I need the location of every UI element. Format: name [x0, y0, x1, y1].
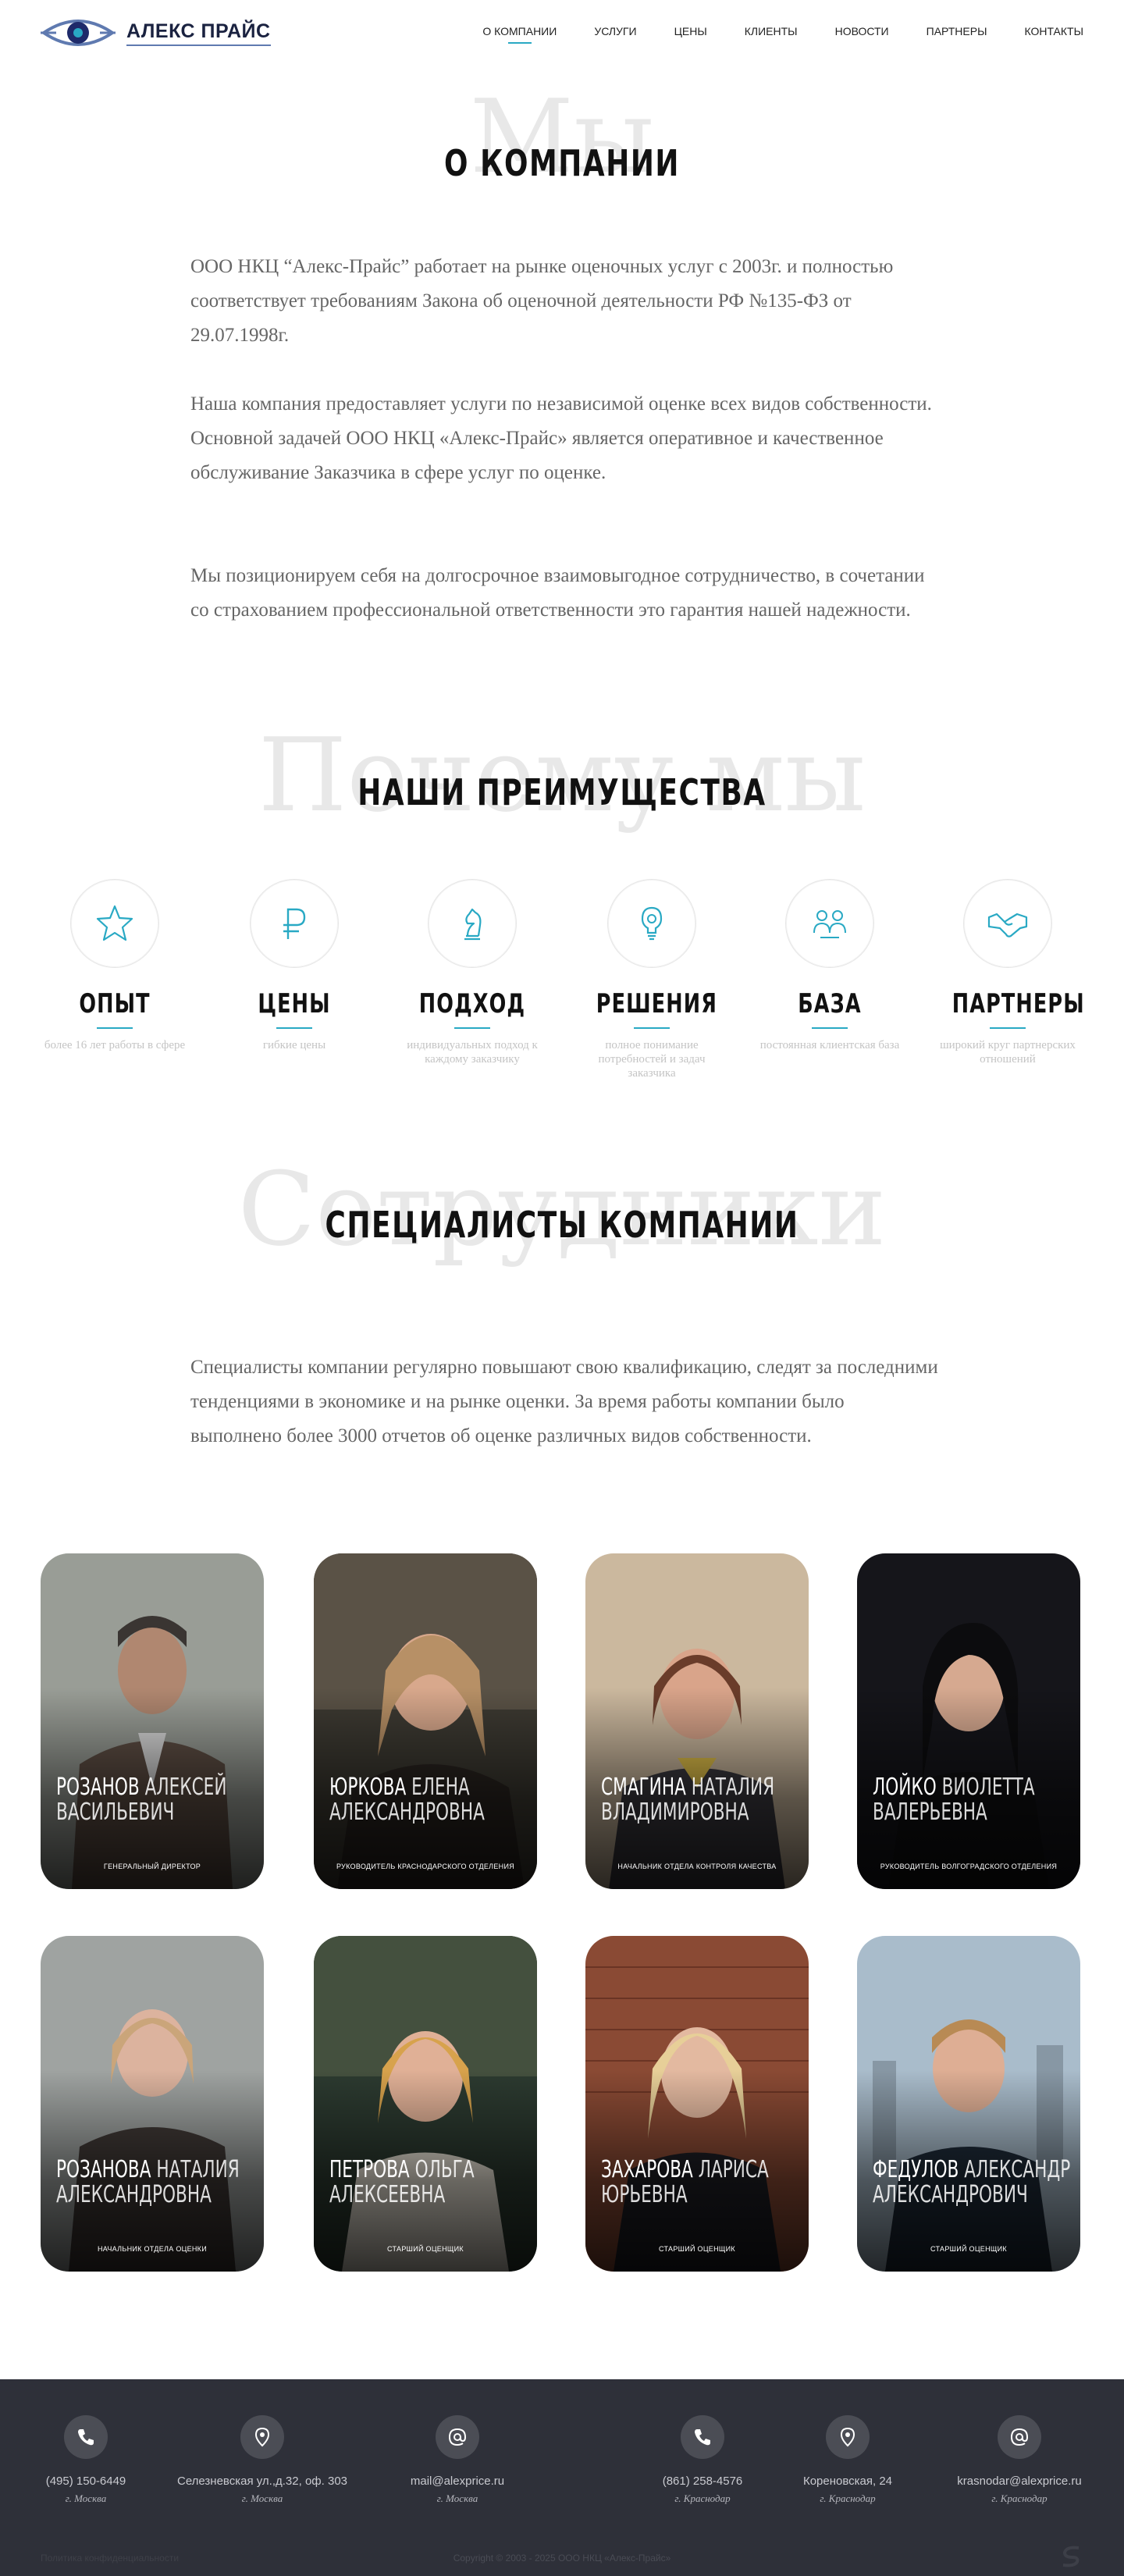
nav-services[interactable]: УСЛУГИ	[594, 25, 636, 44]
nav-about[interactable]: О КОМПАНИИ	[482, 25, 557, 44]
developer-logo-icon[interactable]	[1058, 2543, 1085, 2570]
employee-name: СМАГИНА НАТАЛИЯ ВЛАДИМИРОВНА	[601, 1774, 775, 1826]
nav-news[interactable]: НОВОСТИ	[835, 25, 889, 44]
employee-name: ЮРКОВА ЕЛЕНА АЛЕКСАНДРОВНА	[329, 1774, 485, 1826]
divider	[990, 1027, 1026, 1029]
advantage-text: постоянная клиентская база	[759, 1039, 900, 1051]
about-title: О КОМПАНИИ	[443, 142, 681, 184]
advantage-text: более 16 лет работы в сфере	[44, 1039, 186, 1051]
employee-role: РУКОВОДИТЕЛЬ ВОЛГОГРАДСКОГО ОТДЕЛЕНИЯ	[880, 1863, 1058, 1870]
footer-contact-email-moscow[interactable]: mail@alexprice.ru г. Москва	[372, 2415, 543, 2505]
about-paragraph-1: ООО НКЦ “Алекс-Прайс” работает на рынке …	[190, 256, 894, 346]
footer-contact-phone-moscow[interactable]: (495) 150-6449 г. Москва	[0, 2415, 172, 2505]
about-paragraph-2: Наша компания предоставляет услуги по не…	[190, 393, 932, 483]
footer-contact-address-krasnodar[interactable]: Кореновская, 24 г. Краснодар	[762, 2415, 934, 2505]
employee-role: СТАРШИЙ ОЦЕНЩИК	[930, 2245, 1007, 2253]
nav-clients[interactable]: КЛИЕНТЫ	[745, 25, 798, 44]
divider	[276, 1027, 312, 1029]
logo[interactable]: АЛЕКС ПРАЙС	[41, 14, 271, 52]
team-card[interactable]: ПЕТРОВА ОЛЬГА АЛЕКСЕЕВНА СТАРШИЙ ОЦЕНЩИК	[314, 1936, 537, 2272]
advantage-text: индивидуальных подход к каждому заказчик…	[407, 1039, 538, 1066]
advantages-title: НАШИ ПРЕИМУЩЕСТВА	[357, 771, 767, 813]
employee-name: ЗАХАРОВА ЛАРИСА ЮРЬЕВНА	[601, 2156, 769, 2208]
team-intro: Специалисты компании регулярно повышают …	[190, 1357, 938, 1446]
nav-prices[interactable]: ЦЕНЫ	[674, 25, 707, 44]
advantage-solutions: РЕШЕНИЯ полное понимание потребностей и …	[578, 879, 726, 1080]
employee-role: НАЧАЛЬНИК ОТДЕЛА ОЦЕНКИ	[97, 2245, 207, 2253]
advantage-approach: ПОДХОД индивидуальных подход к каждому з…	[398, 879, 546, 1066]
advantage-title: БАЗА	[798, 988, 862, 1019]
team-card[interactable]: ЗАХАРОВА ЛАРИСА ЮРЬЕВНА СТАРШИЙ ОЦЕНЩИК	[585, 1936, 809, 2272]
team-card[interactable]: РОЗАНОВА НАТАЛИЯ АЛЕКСАНДРОВНА НАЧАЛЬНИК…	[41, 1936, 264, 2272]
employee-name: ПЕТРОВА ОЛЬГА АЛЕКСЕЕВНА	[329, 2156, 475, 2208]
advantage-title: ПОДХОД	[418, 988, 526, 1019]
employee-role: СТАРШИЙ ОЦЕНЩИК	[387, 2245, 464, 2253]
location-icon	[840, 2427, 855, 2447]
advantage-title: ПАРТНЕРЫ	[951, 988, 1085, 1019]
location-icon	[254, 2427, 270, 2447]
logo-text: АЛЕКС ПРАЙС	[126, 20, 271, 46]
footer-contact-text: mail@alexprice.ru	[410, 2475, 505, 2488]
phone-icon	[78, 2429, 94, 2446]
main-nav: О КОМПАНИИ УСЛУГИ ЦЕНЫ КЛИЕНТЫ НОВОСТИ П…	[482, 25, 1083, 44]
advantage-partners: ПАРТНЕРЫ широкий круг партнерских отноше…	[934, 879, 1085, 1066]
advantage-title: ОПЫТ	[79, 988, 151, 1019]
team-card[interactable]: ЛОЙКО ВИОЛЕТТА ВАЛЕРЬЕВНА РУКОВОДИТЕЛЬ В…	[857, 1553, 1080, 1889]
employee-name: ЛОЙКО ВИОЛЕТТА ВАЛЕРЬЕВНА	[873, 1774, 1035, 1826]
copyright: Copyright © 2003 - 2025 ООО НКЦ «Алекс-П…	[453, 2553, 671, 2564]
nav-partners[interactable]: ПАРТНЕРЫ	[927, 25, 987, 44]
clients-icon	[813, 910, 846, 938]
advantage-prices: ЦЕНЫ гибкие цены	[220, 879, 368, 1052]
ruble-icon	[283, 908, 306, 939]
footer-contact-city: г. Краснодар	[820, 2492, 876, 2504]
footer-contact-email-krasnodar[interactable]: krasnodar@alexprice.ru г. Краснодар	[934, 2415, 1105, 2505]
footer-contact-city: г. Москва	[65, 2492, 107, 2504]
lightbulb-gear-icon	[641, 906, 663, 941]
advantage-base: БАЗА постоянная клиентская база	[756, 879, 904, 1052]
footer-contact-text: Селезневская ул.,д.32, оф. 303	[176, 2475, 347, 2488]
site-header: АЛЕКС ПРАЙС О КОМПАНИИ УСЛУГИ ЦЕНЫ КЛИЕН…	[0, 0, 1124, 66]
employee-name: РОЗАНОВ АЛЕКСЕЙ ВАСИЛЬЕВИЧ	[56, 1774, 227, 1826]
advantage-title: РЕШЕНИЯ	[596, 988, 717, 1019]
footer-contact-city: г. Москва	[436, 2492, 478, 2504]
advantage-title: ЦЕНЫ	[258, 988, 331, 1019]
star-icon	[96, 905, 133, 941]
nav-contacts[interactable]: КОНТАКТЫ	[1024, 25, 1083, 44]
site-footer: (495) 150-6449 г. Москва Селезневская ул…	[0, 2379, 1124, 2576]
divider	[634, 1027, 670, 1029]
footer-contact-city: г. Краснодар	[991, 2492, 1048, 2504]
about-paragraph-3: Мы позиционируем себя на долгосрочное вз…	[190, 565, 925, 621]
employee-role: ГЕНЕРАЛЬНЫЙ ДИРЕКТОР	[103, 1863, 201, 1870]
divider	[97, 1027, 133, 1029]
employee-name: РОЗАНОВА НАТАЛИЯ АЛЕКСАНДРОВНА	[56, 2156, 240, 2208]
footer-contact-text: krasnodar@alexprice.ru	[957, 2475, 1082, 2488]
team-card[interactable]: СМАГИНА НАТАЛИЯ ВЛАДИМИРОВНА НАЧАЛЬНИК О…	[585, 1553, 809, 1889]
advantage-text: широкий круг партнерских отношений	[940, 1039, 1076, 1066]
footer-contact-address-moscow[interactable]: Селезневская ул.,д.32, оф. 303 г. Москва	[176, 2415, 348, 2505]
team-card[interactable]: ФЕДУЛОВ АЛЕКСАНДР АЛЕКСАНДРОВИЧ СТАРШИЙ …	[857, 1936, 1080, 2272]
at-icon	[448, 2428, 467, 2446]
team-card[interactable]: РОЗАНОВ АЛЕКСЕЙ ВАСИЛЬЕВИЧ ГЕНЕРАЛЬНЫЙ Д…	[41, 1553, 264, 1889]
team-card[interactable]: ЮРКОВА ЕЛЕНА АЛЕКСАНДРОВНА РУКОВОДИТЕЛЬ …	[314, 1553, 537, 1889]
handshake-icon	[987, 913, 1028, 938]
at-icon	[1010, 2428, 1029, 2446]
footer-contact-city: г. Москва	[241, 2492, 283, 2504]
phone-icon	[695, 2429, 710, 2446]
employee-name: ФЕДУЛОВ АЛЕКСАНДР АЛЕКСАНДРОВИЧ	[873, 2156, 1071, 2208]
divider	[812, 1027, 848, 1029]
footer-contact-text: (495) 150-6449	[45, 2475, 126, 2488]
advantage-text: гибкие цены	[262, 1039, 326, 1051]
team-title: СПЕЦИАЛИСТЫ КОМПАНИИ	[325, 1204, 799, 1246]
employee-role: СТАРШИЙ ОЦЕНЩИК	[659, 2245, 735, 2253]
eye-logo-icon	[41, 20, 116, 46]
advantage-experience: ОПЫТ более 16 лет работы в сфере	[41, 879, 189, 1052]
employee-role: РУКОВОДИТЕЛЬ КРАСНОДАРСКОГО ОТДЕЛЕНИЯ	[336, 1863, 515, 1870]
divider	[454, 1027, 490, 1029]
advantage-text: полное понимание потребностей и задач за…	[598, 1039, 706, 1080]
employee-role: НАЧАЛЬНИК ОТДЕЛА КОНТРОЛЯ КАЧЕСТВА	[617, 1863, 777, 1870]
chess-knight-icon	[464, 908, 482, 941]
footer-contact-text: Кореновская, 24	[802, 2475, 893, 2488]
